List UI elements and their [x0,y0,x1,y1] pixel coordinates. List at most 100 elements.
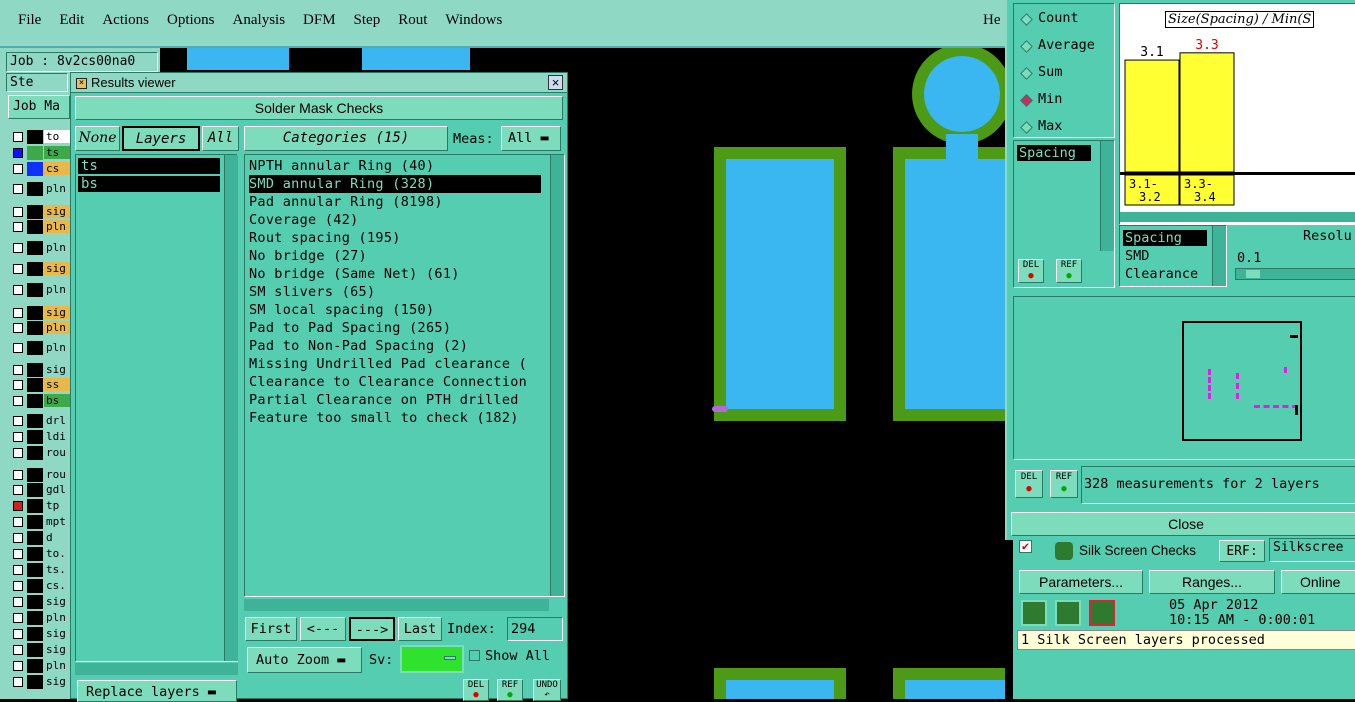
layer-checkbox[interactable] [13,308,23,318]
run-icon-1[interactable] [1021,600,1047,626]
layer-name[interactable]: ts. [44,563,70,576]
category-item[interactable]: SM local spacing (150) [249,301,434,319]
results-viewer-titlebar[interactable]: × Results viewer × [71,73,567,93]
menu-help[interactable]: He [983,12,1001,29]
layer-color-swatch[interactable] [27,446,43,460]
layer-name[interactable]: cs [44,162,70,175]
layer-checkbox[interactable] [13,432,23,442]
layer-checkbox[interactable] [13,416,23,426]
layer-checkbox[interactable] [13,501,23,511]
erf-button[interactable]: ERF: [1219,540,1265,562]
run-icon-2[interactable] [1055,600,1081,626]
job-matrix-button[interactable]: Job Ma [8,95,70,119]
layer-checkbox[interactable] [13,597,23,607]
category-item[interactable]: Pad to Non-Pad Spacing (2) [249,337,468,355]
layer-checkbox[interactable] [13,323,23,333]
layer-checkbox[interactable] [13,581,23,591]
preview-ref-button[interactable]: REF ● [1050,470,1078,498]
layer-checkbox[interactable] [13,661,23,671]
category-item[interactable]: Partial Clearance on PTH drilled [249,391,519,409]
layer-checkbox[interactable] [13,485,23,495]
layer-name[interactable]: sig [44,627,70,640]
layer-checkbox[interactable] [13,207,23,217]
category-item[interactable]: NPTH annular Ring (40) [249,157,434,175]
layer-name[interactable]: sig [44,205,70,218]
layer-checkbox[interactable] [13,343,23,353]
layer-color-swatch[interactable] [27,659,43,673]
layer-checkbox[interactable] [13,184,23,194]
categories-hscroll[interactable] [244,599,549,611]
option-radio-count[interactable] [1020,13,1033,26]
undo-button[interactable]: UNDO ↶ [533,679,561,701]
layers-scrollbar[interactable] [224,155,238,661]
layer-color-swatch[interactable] [27,579,43,593]
menu-file[interactable]: File [18,12,41,29]
first-button[interactable]: First [245,617,297,641]
preview-del-button[interactable]: DEL ● [1015,470,1043,498]
show-all-checkbox[interactable] [469,650,480,661]
layer-color-swatch[interactable] [27,430,43,444]
del-button[interactable]: DEL ● [463,679,489,701]
category-item[interactable]: Clearance to Clearance Connection [249,373,527,391]
layer-name[interactable]: tp [44,499,70,512]
layer-name[interactable]: sig [44,306,70,319]
layer-name[interactable]: ldi [44,430,70,443]
categories-scrollbar[interactable] [550,155,564,596]
layer-color-swatch[interactable] [27,531,43,545]
layer-checkbox[interactable] [13,148,23,158]
layer-color-swatch[interactable] [27,595,43,609]
layer-name[interactable]: sig [44,643,70,656]
layer-color-swatch[interactable] [27,241,43,255]
option-radio-sum[interactable] [1020,67,1033,80]
close-button[interactable]: Close [1011,512,1355,536]
layer-color-swatch[interactable] [27,611,43,625]
run-icon-3[interactable] [1089,600,1115,626]
layer-color-swatch[interactable] [27,205,43,219]
layer-name[interactable]: pln [44,611,70,624]
ranges-button[interactable]: Ranges... [1149,570,1275,594]
layer-item[interactable]: bs [78,176,220,192]
layer-name[interactable]: sig [44,262,70,275]
next-button[interactable]: ---> [349,617,395,641]
layer-color-swatch[interactable] [27,499,43,513]
layer-checkbox[interactable] [13,613,23,623]
layer-checkbox[interactable] [13,517,23,527]
layer-color-swatch[interactable] [27,341,43,355]
layer-name[interactable]: sig [44,675,70,688]
index-input[interactable]: 294 [507,617,563,641]
menu-step[interactable]: Step [354,12,381,29]
menu-actions[interactable]: Actions [102,12,149,29]
menu-rout[interactable]: Rout [398,12,427,29]
check-icon[interactable]: ✔ [1019,540,1032,553]
histogram-bar[interactable] [1124,59,1180,173]
category-item[interactable]: No bridge (Same Net) (61) [249,265,460,283]
menu-edit[interactable]: Edit [59,12,84,29]
layer-name[interactable]: to [44,130,70,143]
layer-color-swatch[interactable] [27,547,43,561]
menu-analysis[interactable]: Analysis [233,12,286,29]
layer-name[interactable]: rou [44,468,70,481]
category-item[interactable]: SMD annular Ring (328) [249,175,541,193]
layer-color-swatch[interactable] [27,563,43,577]
histogram-bar[interactable] [1179,52,1235,173]
layer-color-swatch[interactable] [27,363,43,377]
layer-item[interactable]: ts [78,158,220,174]
all-layers-button[interactable]: All [202,126,239,151]
list2-item[interactable]: Clearance [1125,266,1198,282]
layer-color-swatch[interactable] [27,468,43,482]
layer-name[interactable]: pln [44,182,70,195]
layer-checkbox[interactable] [13,243,23,253]
layer-color-swatch[interactable] [27,306,43,320]
layer-checkbox[interactable] [13,549,23,559]
layer-color-swatch[interactable] [27,283,43,297]
ref-button[interactable]: REF ● [497,679,523,701]
layer-checkbox[interactable] [13,677,23,687]
category-item[interactable]: No bridge (27) [249,247,367,265]
sv-color-select[interactable] [400,645,464,673]
layer-color-swatch[interactable] [27,378,43,392]
layer-checkbox[interactable] [13,533,23,543]
layer-name[interactable]: pln [44,321,70,334]
layer-name[interactable]: pln [44,220,70,233]
layer-name[interactable]: to. [44,547,70,560]
layer-name[interactable]: ts [44,146,70,159]
